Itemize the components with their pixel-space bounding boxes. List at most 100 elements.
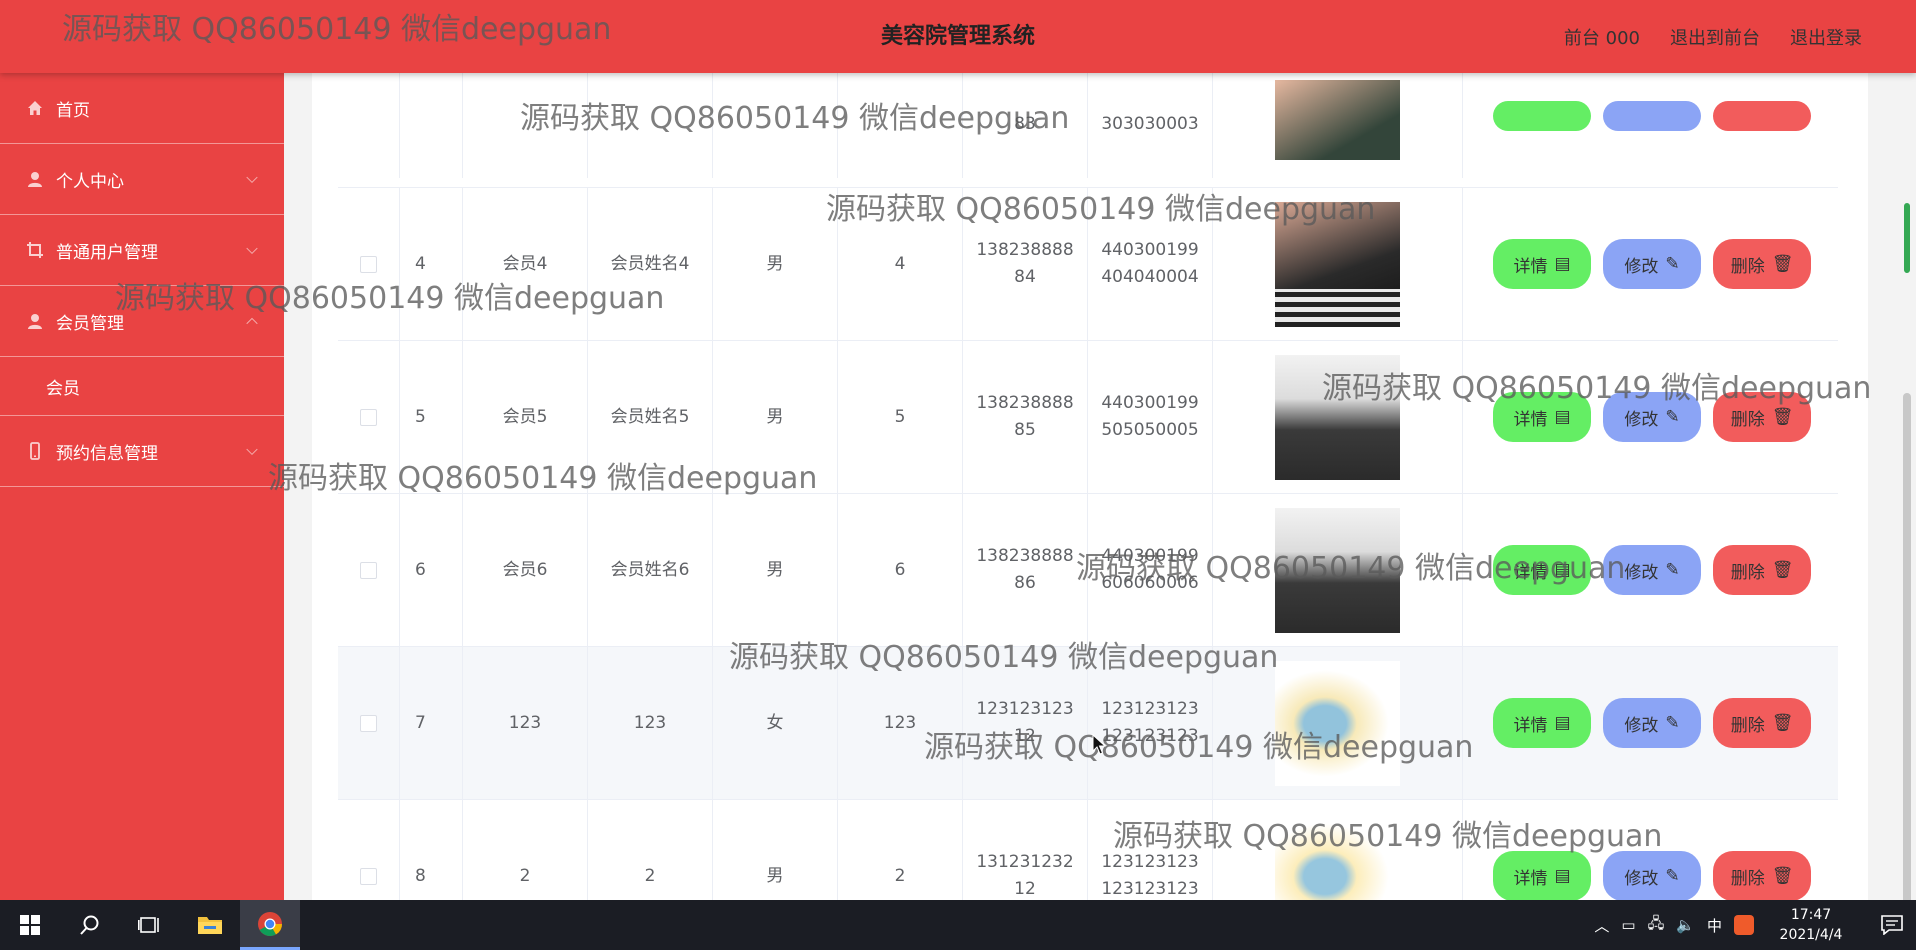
phone-cell: 123123123 12	[963, 647, 1088, 799]
sidebar-subitem-label: 会员	[46, 378, 80, 399]
member-photo	[1275, 201, 1400, 327]
battery-icon[interactable]: ▭	[1621, 916, 1635, 934]
edit-button[interactable]: 修改 ✎	[1603, 239, 1701, 289]
index-cell: 6	[400, 494, 463, 646]
document-icon: ▤	[1554, 560, 1571, 580]
document-icon: ▤	[1554, 713, 1571, 733]
back-to-front-link[interactable]: 退出到前台	[1670, 24, 1760, 50]
delete-button[interactable]	[1713, 101, 1811, 131]
detail-button[interactable]: 详情 ▤	[1493, 239, 1591, 289]
name-cell: 会员姓名6	[588, 494, 713, 646]
id-card-cell: 440300199 404040004	[1088, 188, 1213, 340]
trash-icon: 🗑	[1771, 407, 1794, 427]
table-panel: 83 303030003 4 会员4 会员姓名4 男 4 138238888 84…	[312, 73, 1868, 900]
edit-button[interactable]: 修改 ✎	[1603, 851, 1701, 900]
age-cell: 6	[838, 494, 963, 646]
index-cell: 7	[400, 647, 463, 799]
pencil-icon: ✎	[1665, 713, 1680, 733]
app-title: 美容院管理系统	[880, 24, 1036, 49]
name-cell: 123	[588, 647, 713, 799]
pencil-icon: ✎	[1665, 560, 1680, 580]
row-checkbox[interactable]	[360, 714, 377, 732]
pencil-icon: ✎	[1665, 254, 1680, 274]
detail-button[interactable]: 详情 ▤	[1493, 698, 1591, 748]
row-checkbox[interactable]	[360, 561, 377, 579]
trash-icon: 🗑	[1771, 560, 1794, 580]
ime-indicator[interactable]: 中	[1707, 915, 1722, 936]
detail-button[interactable]: 详情 ▤	[1493, 545, 1591, 595]
member-photo	[1275, 813, 1400, 900]
id-card-cell: 440300199 505050005	[1088, 341, 1213, 493]
row-checkbox[interactable]	[360, 867, 377, 885]
gender-cell: 男	[713, 800, 838, 900]
edit-button[interactable]: 修改 ✎	[1603, 545, 1701, 595]
sogou-icon[interactable]	[1734, 915, 1754, 935]
row-checkbox[interactable]	[360, 408, 377, 426]
sidebar-item-normal-users[interactable]: 普通用户管理	[0, 215, 284, 286]
chrome-button[interactable]	[240, 900, 300, 950]
member-photo	[1275, 660, 1400, 786]
sidebar-item-members[interactable]: 会员管理	[0, 286, 284, 357]
member-photo	[1275, 354, 1400, 480]
trash-icon: 🗑	[1771, 254, 1794, 274]
page-scrollbar[interactable]	[1898, 73, 1914, 923]
current-user[interactable]: 前台 000	[1564, 24, 1640, 50]
file-explorer-button[interactable]	[180, 900, 240, 950]
edit-button[interactable]: 修改 ✎	[1603, 698, 1701, 748]
notification-button[interactable]	[1868, 915, 1916, 935]
age-cell: 5	[838, 341, 963, 493]
sidebar-item-label: 首页	[56, 100, 90, 121]
phone-cell: 83	[963, 73, 1088, 178]
sidebar-item-appointments[interactable]: 预约信息管理	[0, 416, 284, 487]
detail-button[interactable]	[1493, 101, 1591, 131]
main-content: 83 303030003 4 会员4 会员姓名4 男 4 138238888 84…	[284, 73, 1898, 900]
account-cell: 2	[463, 800, 588, 900]
crop-icon	[26, 241, 44, 259]
sidebar-item-profile[interactable]: 个人中心	[0, 144, 284, 215]
delete-button[interactable]: 删除 🗑	[1713, 545, 1811, 595]
edit-button[interactable]	[1603, 101, 1701, 131]
taskbar-search-button[interactable]	[60, 900, 120, 950]
volume-icon[interactable]: 🔈	[1676, 916, 1695, 934]
table-row: 4 会员4 会员姓名4 男 4 138238888 84 440300199 404…	[338, 188, 1838, 341]
pencil-icon: ✎	[1665, 407, 1680, 427]
windows-start-button[interactable]	[0, 900, 60, 950]
index-cell: 8	[400, 800, 463, 900]
document-icon: ▤	[1554, 254, 1571, 274]
sidebar-item-label: 个人中心	[56, 171, 124, 192]
table-row: 8 2 2 男 2 131231232 12 123123123 123123123…	[338, 800, 1838, 900]
mouse-cursor-icon	[1092, 734, 1106, 755]
delete-button[interactable]: 删除 🗑	[1713, 239, 1811, 289]
index-cell: 5	[400, 341, 463, 493]
network-icon[interactable]: 🖧	[1648, 913, 1665, 938]
task-view-button[interactable]	[120, 900, 180, 950]
detail-button[interactable]: 详情 ▤	[1493, 392, 1591, 442]
sidebar-item-label: 预约信息管理	[56, 443, 158, 464]
show-hidden-icons-icon[interactable]: ︿	[1594, 915, 1609, 936]
delete-button[interactable]: 删除 🗑	[1713, 851, 1811, 900]
user-icon	[26, 170, 44, 188]
chevron-down-icon	[246, 171, 258, 184]
scroll-thumb[interactable]	[1903, 393, 1911, 923]
detail-button[interactable]: 详情 ▤	[1493, 851, 1591, 900]
member-photo	[1275, 507, 1400, 633]
id-card-cell: 440300199 606060006	[1088, 494, 1213, 646]
home-icon	[26, 99, 44, 117]
member-photo	[1275, 80, 1400, 160]
user-icon	[26, 312, 44, 330]
account-cell: 123	[463, 647, 588, 799]
windows-taskbar: ︿ ▭ 🖧 🔈 中 17:47 2021/4/4	[0, 900, 1916, 950]
row-checkbox[interactable]	[360, 255, 377, 273]
chevron-down-icon	[246, 443, 258, 456]
sidebar-item-home[interactable]: 首页	[0, 73, 284, 144]
search-icon	[80, 915, 99, 935]
delete-button[interactable]: 删除 🗑	[1713, 392, 1811, 442]
delete-button[interactable]: 删除 🗑	[1713, 698, 1811, 748]
logout-link[interactable]: 退出登录	[1790, 24, 1862, 50]
sidebar-subitem-member[interactable]: 会员	[0, 357, 284, 416]
header-actions: 前台 000 退出到前台 退出登录	[1564, 0, 1862, 73]
taskbar-clock[interactable]: 17:47 2021/4/4	[1766, 905, 1856, 945]
id-card-cell: 123123123 123123123	[1088, 647, 1213, 799]
age-cell: 4	[838, 188, 963, 340]
edit-button[interactable]: 修改 ✎	[1603, 392, 1701, 442]
